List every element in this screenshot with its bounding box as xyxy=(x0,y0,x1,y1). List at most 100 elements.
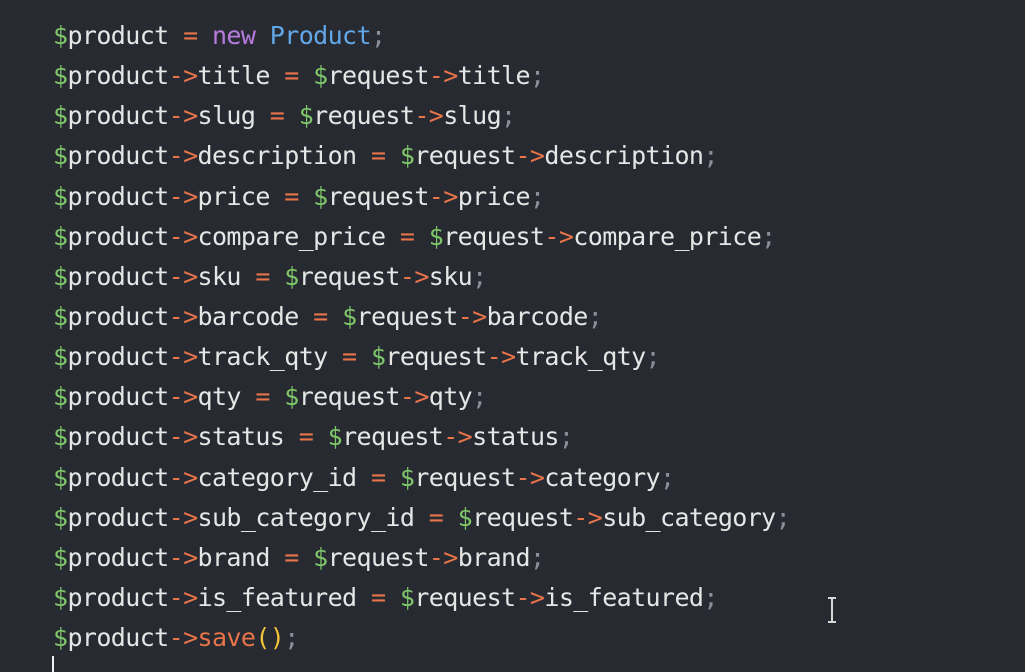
variable-name: product xyxy=(67,261,169,291)
variable-sigil: $ xyxy=(53,422,68,452)
variable-name: request xyxy=(385,342,487,372)
property-name: category xyxy=(544,462,661,492)
variable-name: product xyxy=(67,502,169,532)
assign-operator: = xyxy=(255,101,299,131)
semicolon: ; xyxy=(529,61,545,91)
property-name: slug xyxy=(443,101,502,131)
variable-name: product xyxy=(67,422,169,452)
variable-sigil: $ xyxy=(457,502,473,532)
semicolon: ; xyxy=(645,342,661,372)
code-line[interactable]: $product->is_featured = $request->is_fea… xyxy=(53,578,1025,618)
property-name: price xyxy=(197,181,271,211)
property-name: sku xyxy=(197,261,242,291)
variable-sigil: $ xyxy=(53,582,68,612)
variable-name: request xyxy=(327,542,430,572)
object-operator: -> xyxy=(168,261,199,291)
assign-operator: = xyxy=(269,542,314,572)
semicolon: ; xyxy=(472,261,487,291)
semicolon: ; xyxy=(529,181,545,211)
property-name: slug xyxy=(197,101,256,131)
variable-name: request xyxy=(298,382,401,412)
object-operator: -> xyxy=(443,422,473,452)
variable-sigil: $ xyxy=(53,301,68,331)
semicolon: ; xyxy=(472,382,487,412)
object-operator: -> xyxy=(168,181,199,211)
property-name: sub_category_id xyxy=(197,502,415,532)
variable-name: request xyxy=(414,141,516,171)
property-name: status xyxy=(472,422,559,452)
object-operator: -> xyxy=(168,61,199,91)
assign-operator: = xyxy=(356,582,400,612)
code-line[interactable]: $product->qty = $request->qty; xyxy=(53,377,1025,417)
variable-sigil: $ xyxy=(428,221,444,251)
object-operator: -> xyxy=(168,301,199,331)
property-name: description xyxy=(197,141,358,171)
keyword-new: new xyxy=(211,21,256,50)
assign-operator: = xyxy=(298,301,343,331)
variable-sigil: $ xyxy=(53,502,68,532)
code-editor[interactable]: $product = new Product; $product->title … xyxy=(0,0,1025,672)
code-line[interactable]: $product->price = $request->price; xyxy=(53,177,1025,217)
object-operator: -> xyxy=(414,101,444,131)
assign-operator: = xyxy=(356,141,400,171)
object-operator: -> xyxy=(168,141,199,171)
object-operator: -> xyxy=(428,542,459,572)
code-line[interactable]: $product->sub_category_id = $request->su… xyxy=(53,498,1025,538)
code-line[interactable]: $product->category_id = $request->catego… xyxy=(53,458,1025,498)
code-line[interactable]: $product->slug = $request->slug; xyxy=(53,96,1025,136)
code-line[interactable]: $product->status = $request->status; xyxy=(53,417,1025,457)
code-line[interactable]: $product->description = $request->descri… xyxy=(53,136,1025,176)
property-name: barcode xyxy=(486,301,589,331)
variable-name: request xyxy=(298,261,401,291)
object-operator: -> xyxy=(399,261,430,291)
variable-sigil: $ xyxy=(53,342,68,372)
code-line[interactable]: $product->brand = $request->brand; xyxy=(53,538,1025,578)
variable-name: request xyxy=(356,301,459,331)
object-operator: -> xyxy=(168,582,199,612)
code-line[interactable]: $product->barcode = $request->barcode; xyxy=(53,297,1025,337)
assign-operator: = xyxy=(284,422,328,452)
variable-sigil: $ xyxy=(298,101,314,131)
property-name: brand xyxy=(457,542,531,572)
variable-sigil: $ xyxy=(53,623,68,653)
semicolon: ; xyxy=(529,542,545,572)
code-line[interactable]: $product->sku = $request->sku; xyxy=(53,257,1025,297)
semicolon: ; xyxy=(703,582,718,612)
object-operator: -> xyxy=(168,542,199,572)
assignment-lines: $product->title = $request->title; $produ… xyxy=(53,56,1025,618)
variable-sigil: $ xyxy=(53,141,68,171)
object-operator: -> xyxy=(168,502,199,532)
code-line[interactable]: $product->compare_price = $request->comp… xyxy=(53,217,1025,257)
variable-sigil: $ xyxy=(53,101,68,131)
code-line[interactable]: $product->title = $request->title; xyxy=(53,56,1025,96)
property-name: is_featured xyxy=(197,582,358,612)
code-line[interactable]: $product->track_qty = $request->track_qt… xyxy=(53,337,1025,377)
variable-name: product xyxy=(67,382,169,412)
code-line-save[interactable]: $product->save(); xyxy=(53,618,1025,658)
object-operator: -> xyxy=(168,221,199,251)
variable-sigil: $ xyxy=(53,542,68,572)
assign-operator: = xyxy=(269,61,314,91)
class-name: Product xyxy=(269,21,372,50)
variable-sigil: $ xyxy=(399,141,415,171)
object-operator: -> xyxy=(168,422,199,452)
variable-sigil: $ xyxy=(284,261,299,291)
assign-operator: = xyxy=(240,261,285,291)
semicolon: ; xyxy=(660,462,675,492)
assign-operator: = xyxy=(269,181,314,211)
variable-sigil: $ xyxy=(53,261,68,291)
variable-name: product xyxy=(67,61,169,91)
variable-name: product xyxy=(67,141,169,171)
variable-sigil: $ xyxy=(313,61,328,91)
variable-name: product xyxy=(67,21,169,50)
property-name: category_id xyxy=(197,462,358,492)
property-name: title xyxy=(197,61,271,91)
assign-operator: = xyxy=(168,21,212,50)
object-operator: -> xyxy=(486,342,517,372)
variable-sigil: $ xyxy=(313,181,328,211)
property-name: compare_price xyxy=(197,221,386,251)
property-name: description xyxy=(544,141,704,171)
semicolon: ; xyxy=(370,21,386,50)
property-name: status xyxy=(197,422,285,452)
code-line[interactable]: $product = new Product; xyxy=(53,16,1025,56)
